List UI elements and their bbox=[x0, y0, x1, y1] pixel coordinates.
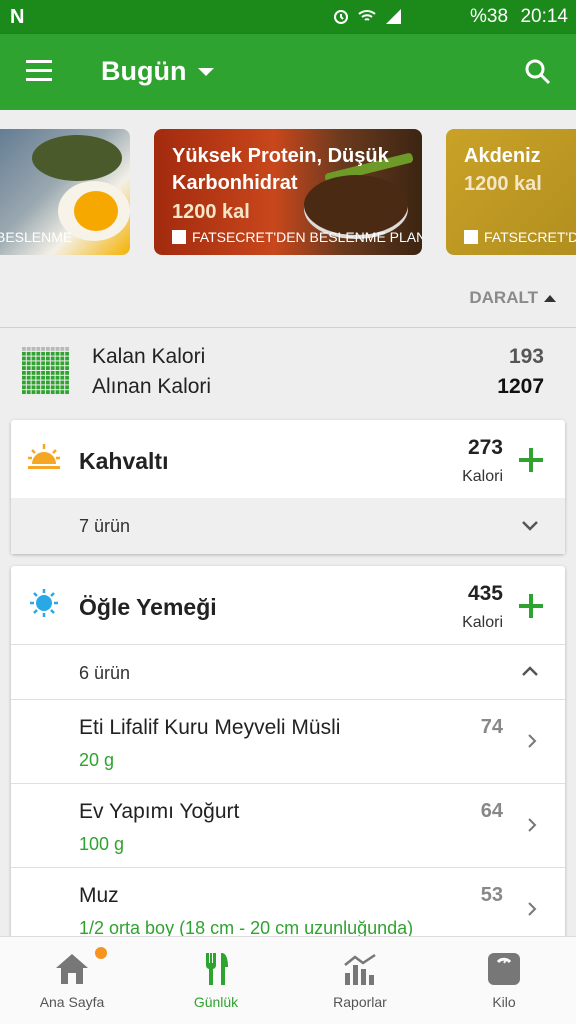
meal-header[interactable]: Kahvaltı 273 Kalori bbox=[11, 420, 565, 498]
reports-chart-icon bbox=[344, 953, 376, 985]
meal-item-count: 7 ürün bbox=[79, 516, 131, 536]
food-image bbox=[32, 135, 122, 181]
plan-source: FATSECRET'DE bbox=[464, 229, 576, 245]
signal-icon bbox=[384, 7, 402, 25]
meal-name: Kahvaltı bbox=[79, 448, 169, 474]
meal-plan-card[interactable]: Yüksek Protein, Düşük Karbonhidrat 1200 … bbox=[154, 129, 422, 255]
meal-header[interactable]: Öğle Yemeği 435 Kalori bbox=[11, 566, 565, 644]
wifi-icon bbox=[358, 7, 376, 25]
food-calories: 74 bbox=[480, 716, 503, 738]
nav-label: Raporlar bbox=[333, 994, 387, 1010]
add-food-icon[interactable] bbox=[519, 594, 543, 618]
status-icons bbox=[332, 7, 402, 25]
plan-calories: 1200 kal bbox=[172, 201, 250, 223]
meal-calories: 273 bbox=[467, 436, 503, 459]
chevron-right-icon bbox=[528, 902, 537, 916]
clock: 20:14 bbox=[520, 6, 568, 27]
notification-n-icon: N bbox=[10, 6, 25, 28]
food-calories: 64 bbox=[480, 800, 503, 822]
plan-title: Yüksek Protein, Düşük Karbonhidrat bbox=[172, 145, 389, 194]
meal-items-toggle[interactable]: 6 ürün bbox=[11, 644, 565, 700]
meal-plan-card[interactable]: Akdeniz 1200 kal FATSECRET'DE bbox=[446, 129, 576, 255]
search-icon[interactable] bbox=[524, 58, 552, 86]
remaining-calories-label: Kalan Kalori bbox=[92, 345, 206, 368]
home-icon bbox=[56, 954, 88, 984]
plan-calories: 1200 kal bbox=[464, 173, 542, 195]
alarm-icon bbox=[332, 7, 350, 25]
chevron-down-icon bbox=[522, 521, 538, 531]
meal-card-breakfast: Kahvaltı 273 Kalori 7 ürün bbox=[11, 420, 565, 554]
food-item[interactable]: Ev Yapımı Yoğurt 100 g 64 bbox=[11, 784, 565, 868]
food-item[interactable]: Eti Lifalif Kuru Meyveli Müsli 20 g 74 bbox=[11, 700, 565, 784]
plan-source: N BESLENME bbox=[0, 229, 73, 245]
scale-icon bbox=[488, 953, 520, 985]
calorie-summary: Kalan Kalori 193 Alınan Kalori 1207 bbox=[0, 329, 576, 417]
food-amount: 20 g bbox=[79, 750, 115, 770]
calorie-grid-icon bbox=[22, 347, 70, 395]
meal-card-lunch: Öğle Yemeği 435 Kalori 6 ürün Eti Lifali… bbox=[11, 566, 565, 966]
app-bar: Bugün bbox=[0, 34, 576, 110]
consumed-calories-label: Alınan Kalori bbox=[92, 375, 212, 398]
nav-item-reports[interactable]: Raporlar bbox=[288, 937, 432, 1024]
nav-item-home[interactable]: Ana Sayfa bbox=[0, 937, 144, 1024]
food-amount: 100 g bbox=[79, 834, 125, 854]
meal-plan-card[interactable]: N BESLENME bbox=[0, 129, 130, 255]
menu-icon[interactable] bbox=[26, 60, 52, 82]
sunrise-icon bbox=[28, 444, 60, 469]
meal-calories: 435 bbox=[467, 582, 503, 605]
meal-plan-carousel[interactable]: N BESLENME Yüksek Protein, Düşük Karbonh… bbox=[0, 110, 576, 272]
chevron-down-icon[interactable] bbox=[198, 68, 214, 76]
meal-items-toggle[interactable]: 7 ürün bbox=[11, 498, 565, 554]
add-food-icon[interactable] bbox=[519, 448, 543, 472]
chevron-up-icon bbox=[522, 666, 538, 676]
meal-calories-label: Kalori bbox=[462, 468, 503, 485]
food-name: Ev Yapımı Yoğurt bbox=[79, 800, 240, 823]
meal-name: Öğle Yemeği bbox=[79, 594, 217, 620]
nav-label: Günlük bbox=[193, 994, 239, 1010]
collapse-button[interactable]: DARALT bbox=[469, 288, 556, 308]
meal-item-count: 6 ürün bbox=[79, 663, 131, 683]
bottom-navigation: Ana Sayfa Günlük Raporlar Kilo bbox=[0, 936, 576, 1024]
nav-label: Ana Sayfa bbox=[39, 994, 105, 1010]
battery-percent: %38 bbox=[470, 6, 509, 27]
page-title[interactable]: Bugün bbox=[101, 56, 186, 87]
map-icon bbox=[172, 230, 186, 244]
remaining-calories-value: 193 bbox=[508, 345, 544, 368]
nav-label: Kilo bbox=[492, 994, 516, 1010]
map-icon bbox=[464, 230, 478, 244]
consumed-calories-value: 1207 bbox=[497, 375, 544, 398]
status-bar: N %38 20:14 bbox=[0, 0, 576, 34]
fork-knife-icon bbox=[205, 953, 228, 985]
notification-badge bbox=[95, 947, 107, 959]
food-name: Eti Lifalif Kuru Meyveli Müsli bbox=[79, 716, 341, 739]
chevron-right-icon bbox=[528, 818, 537, 832]
chevron-right-icon bbox=[528, 734, 537, 748]
plan-source: FATSECRET'DEN BESLENME PLANI bbox=[172, 229, 422, 245]
plan-title: Akdeniz bbox=[464, 145, 541, 167]
collapse-row: DARALT bbox=[0, 272, 576, 328]
sun-icon bbox=[30, 589, 58, 617]
nav-item-weight[interactable]: Kilo bbox=[432, 937, 576, 1024]
nav-item-diary[interactable]: Günlük bbox=[144, 937, 288, 1024]
chevron-up-icon bbox=[544, 294, 556, 302]
food-name: Muz bbox=[79, 884, 119, 907]
food-calories: 53 bbox=[480, 884, 503, 906]
meal-calories-label: Kalori bbox=[462, 614, 503, 631]
